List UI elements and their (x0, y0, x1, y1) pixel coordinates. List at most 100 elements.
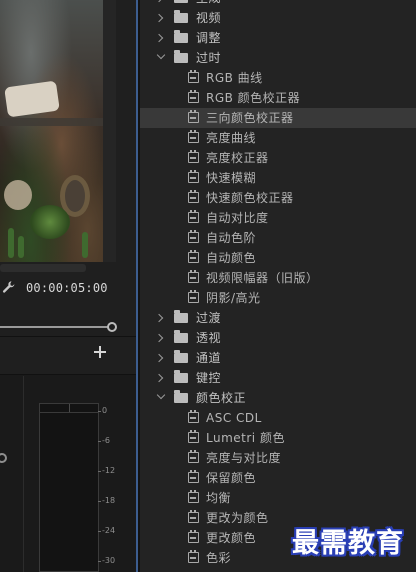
effect-preset-icon (188, 230, 199, 243)
effect-item-row[interactable]: Lumetri 颜色 (140, 428, 416, 448)
effect-preset-icon (188, 130, 199, 143)
effects-folder-row[interactable]: 颜色校正 (140, 388, 416, 408)
effect-item-row[interactable]: RGB 曲线 (140, 68, 416, 88)
effect-item-row[interactable]: ASC CDL (140, 408, 416, 428)
chevron-right-icon[interactable] (154, 13, 164, 23)
video-preview[interactable] (0, 0, 103, 262)
effect-item-row[interactable]: 亮度曲线 (140, 128, 416, 148)
effect-label: RGB 颜色校正器 (206, 91, 301, 105)
effect-item-row[interactable]: 阴影/高光 (140, 288, 416, 308)
playhead-timecode[interactable]: 00:00:05:00 (26, 281, 108, 295)
audio-meter-peak-line (40, 412, 98, 413)
chevron-down-icon[interactable] (156, 50, 166, 60)
wrench-icon[interactable] (2, 280, 16, 294)
chevron-right-icon[interactable] (154, 333, 164, 343)
chevron-down-icon[interactable] (156, 390, 166, 400)
effects-tree: 生成视频调整过时 RGB 曲线 RGB 颜色校正器三向颜色校正器亮度曲线亮度校正器快… (140, 0, 416, 568)
playback-scrub-track[interactable] (0, 326, 112, 328)
effect-item-row[interactable]: 自动对比度 (140, 208, 416, 228)
meter-tick-label: -30 (97, 556, 116, 565)
audio-meter-scale: 0 -6 -12 -18 -24 -30 (97, 403, 132, 572)
effect-item-row[interactable]: 快速颜色校正器 (140, 188, 416, 208)
effect-item-row[interactable]: 保留颜色 (140, 468, 416, 488)
effect-preset-icon (188, 290, 199, 303)
add-button[interactable] (93, 345, 107, 359)
effect-item-row[interactable]: 三向颜色校正器 (140, 108, 416, 128)
video-object-cactus (8, 228, 14, 258)
effect-label: 更改为颜色 (206, 511, 269, 525)
effect-label: 三向颜色校正器 (206, 111, 294, 125)
effect-item-row[interactable]: 自动色阶 (140, 228, 416, 248)
effect-item-row[interactable]: 自动颜色 (140, 248, 416, 268)
effect-preset-icon (188, 430, 199, 443)
effects-folder-row[interactable]: 调整 (140, 28, 416, 48)
effect-label: 亮度校正器 (206, 151, 269, 165)
effects-folder-row[interactable]: 过时 (140, 48, 416, 68)
meter-tick-label: -24 (97, 526, 116, 535)
effect-item-row[interactable]: 亮度与对比度 (140, 448, 416, 468)
effect-preset-icon (188, 510, 199, 523)
folder-icon (174, 370, 188, 383)
chevron-right-icon[interactable] (154, 373, 164, 383)
effects-folder-row[interactable]: 生成 (140, 0, 416, 8)
effect-item-row[interactable]: 均衡 (140, 488, 416, 508)
effect-preset-icon (188, 250, 199, 263)
effect-label: 自动颜色 (206, 251, 257, 265)
effect-label: 亮度曲线 (206, 131, 257, 145)
effects-folder-row[interactable]: 通道 (140, 348, 416, 368)
folder-label: 调整 (196, 31, 222, 45)
folder-icon (174, 390, 188, 403)
effects-folder-row[interactable]: 键控 (140, 368, 416, 388)
panel-divider (0, 336, 136, 337)
effects-folder-row[interactable]: 透视 (140, 328, 416, 348)
effect-preset-icon (188, 70, 199, 83)
effect-preset-icon (188, 550, 199, 563)
effects-folder-row[interactable]: 视频 (140, 8, 416, 28)
audio-column-divider (23, 376, 24, 572)
effect-item-row[interactable]: RGB 颜色校正器 (140, 88, 416, 108)
preview-side-strip (103, 0, 116, 262)
effect-label: 保留颜色 (206, 471, 257, 485)
effect-item-row[interactable]: 视频限幅器（旧版） (140, 268, 416, 288)
effects-folder-row[interactable]: 过渡 (140, 308, 416, 328)
effects-panel: 生成视频调整过时 RGB 曲线 RGB 颜色校正器三向颜色校正器亮度曲线亮度校正器快… (140, 0, 416, 572)
effect-label: 更改颜色 (206, 531, 257, 545)
effect-label: 自动对比度 (206, 211, 269, 225)
meter-tick-label: -6 (98, 436, 110, 445)
splitter-accent-line (136, 0, 138, 572)
effect-item-row[interactable]: 亮度校正器 (140, 148, 416, 168)
folder-label: 键控 (196, 371, 222, 385)
folder-label: 透视 (196, 331, 222, 345)
video-object-cactus (18, 236, 24, 258)
effect-label: ASC CDL (206, 411, 262, 425)
effect-preset-icon (188, 470, 199, 483)
chevron-right-icon[interactable] (154, 33, 164, 43)
folder-label: 视频 (196, 11, 222, 25)
chevron-right-icon[interactable] (154, 353, 164, 363)
video-object-plant (30, 205, 70, 239)
folder-label: 颜色校正 (196, 391, 247, 405)
effect-preset-icon (188, 110, 199, 123)
effect-preset-icon (188, 150, 199, 163)
program-monitor-panel: 00:00:05:00 0 -6 -12 -18 -24 -30 (0, 0, 136, 572)
effect-preset-icon (188, 490, 199, 503)
effect-label: 阴影/高光 (206, 291, 261, 305)
preview-horizontal-scrollbar[interactable] (0, 264, 86, 272)
audio-meter-divider (69, 404, 70, 412)
video-object-box (4, 80, 60, 118)
chevron-right-icon[interactable] (154, 0, 164, 3)
video-object-plate (4, 180, 32, 210)
effect-preset-icon (188, 210, 199, 223)
folder-icon (174, 350, 188, 363)
folder-icon (174, 50, 188, 63)
chevron-right-icon[interactable] (154, 313, 164, 323)
effect-label: 快速模糊 (206, 171, 257, 185)
folder-label: 过时 (196, 51, 222, 65)
playback-scrub-handle[interactable] (107, 322, 117, 332)
effect-label: Lumetri 颜色 (206, 431, 285, 445)
effect-label: 色彩 (206, 551, 232, 565)
effect-preset-icon (188, 410, 199, 423)
effect-label: RGB 曲线 (206, 71, 263, 85)
effect-item-row[interactable]: 快速模糊 (140, 168, 416, 188)
effect-preset-icon (188, 190, 199, 203)
